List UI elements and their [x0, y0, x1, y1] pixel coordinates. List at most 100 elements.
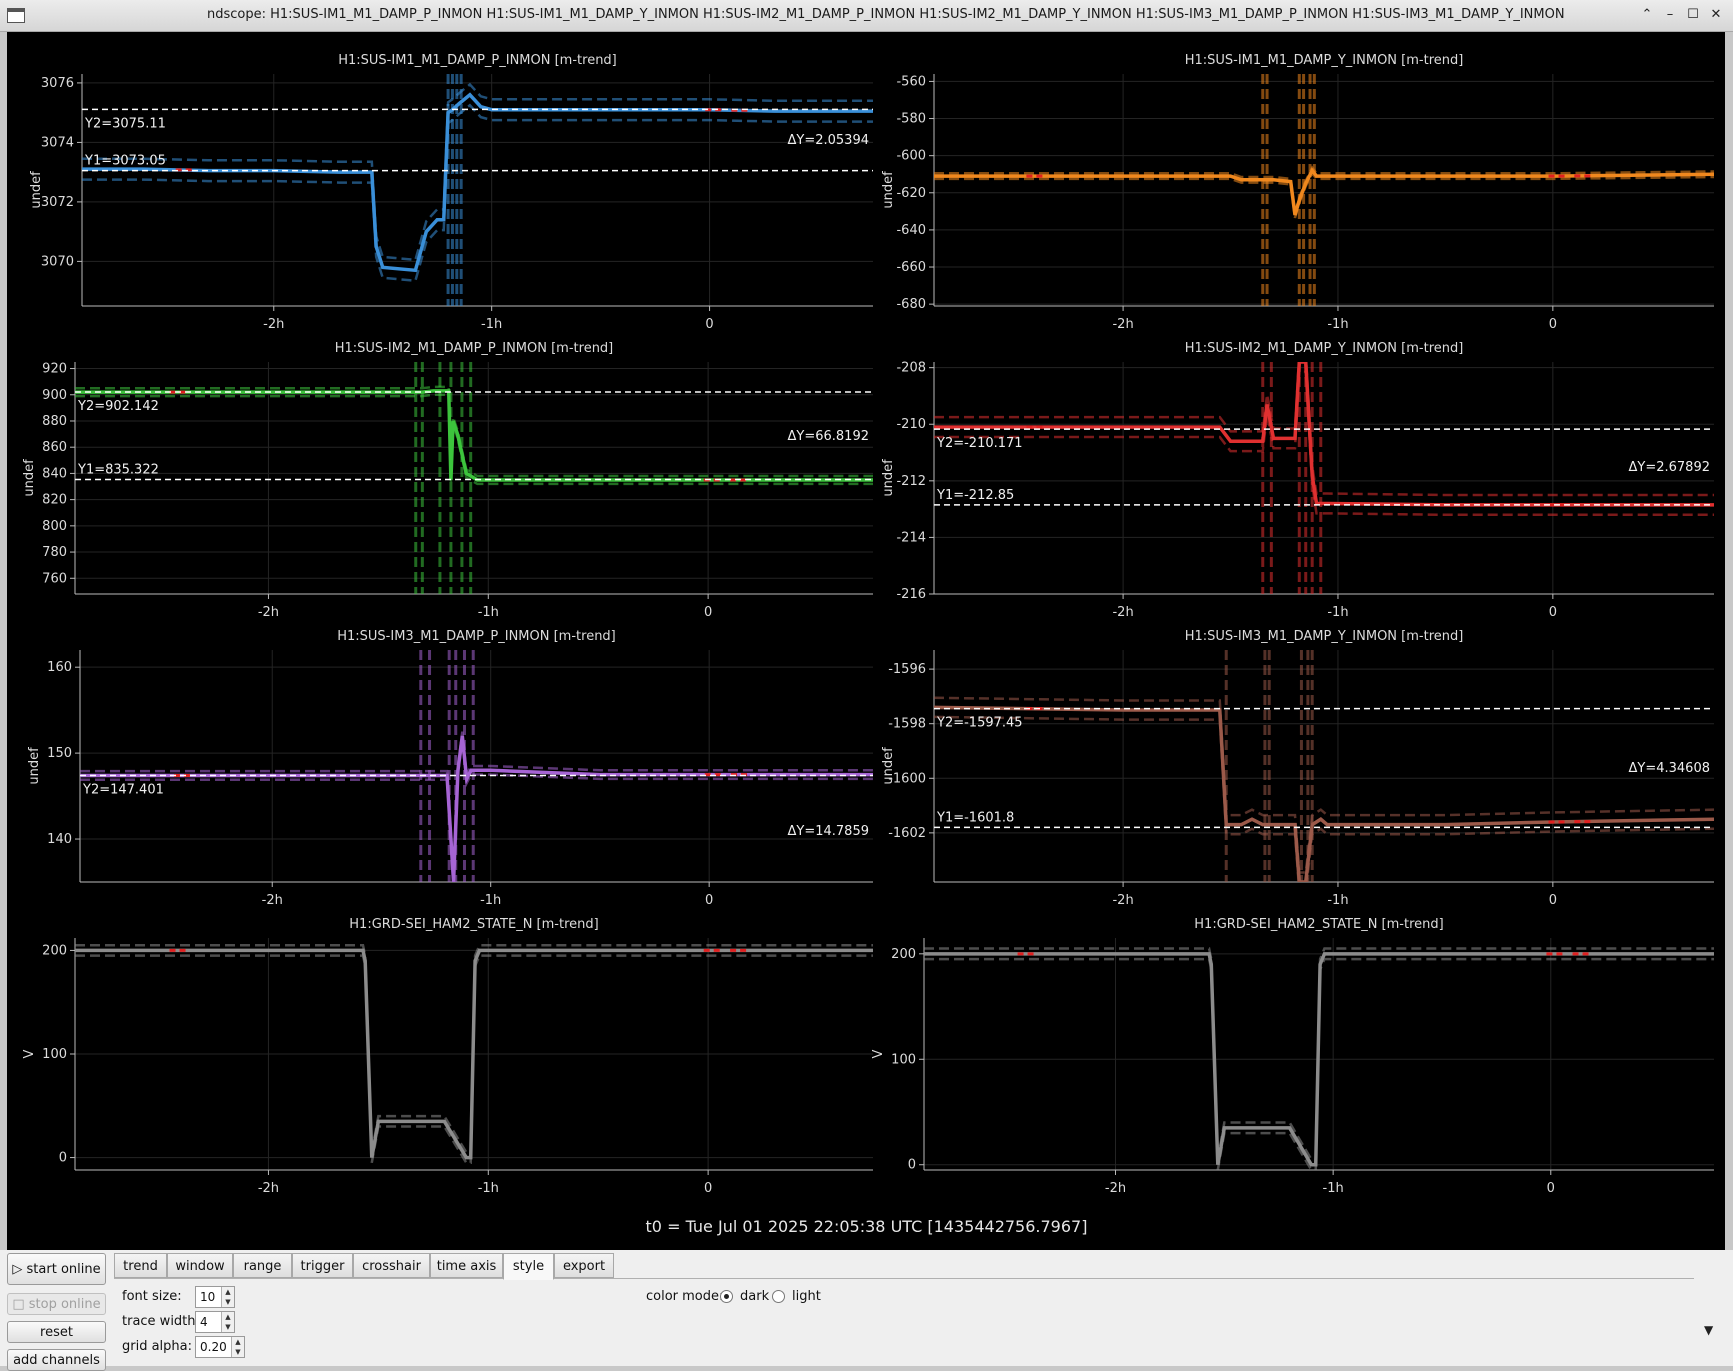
y-axis-label: undef	[27, 747, 42, 785]
y1-cursor-label: Y1=-212.85	[936, 488, 1014, 503]
y-tick-label: 860	[42, 440, 67, 455]
y-tick-label: -214	[896, 530, 926, 545]
stop-online-button: □ stop online	[7, 1293, 106, 1315]
x-tick-label: -1h	[1327, 893, 1348, 908]
minimize-button[interactable]: –	[1660, 5, 1680, 25]
plot-panel-4: H1:SUS-IM2_M1_DAMP_Y_INMON [m-trend] unde…	[881, 341, 1714, 620]
y-tick-label: -640	[896, 223, 926, 238]
shade-button[interactable]: ⌃	[1637, 5, 1657, 25]
plot-canvas[interactable]: H1:SUS-IM1_M1_DAMP_P_INMON [m-trend] unde…	[7, 32, 1725, 1250]
tab-style[interactable]: style	[503, 1253, 554, 1280]
spin-arrows-icon[interactable]: ▲ ▼	[221, 1287, 234, 1307]
y-tick-label: 3074	[41, 135, 74, 150]
plot-data	[934, 650, 1714, 882]
window-title: ndscope: H1:SUS-IM1_M1_DAMP_P_INMON H1:S…	[207, 7, 1565, 22]
tab-trigger[interactable]: trigger	[292, 1253, 353, 1278]
x-tick-label: -1h	[478, 605, 499, 620]
plot-data	[75, 362, 873, 594]
plot-title: H1:SUS-IM1_M1_DAMP_Y_INMON [m-trend]	[1185, 53, 1464, 68]
x-tick-label: -2h	[1112, 317, 1133, 332]
light-radio-label: light	[792, 1289, 821, 1304]
plot-title: H1:SUS-IM3_M1_DAMP_P_INMON [m-trend]	[337, 629, 616, 644]
plot-title: H1:GRD-SEI_HAM2_STATE_N [m-trend]	[1194, 917, 1443, 932]
y-tick-label: 760	[42, 571, 67, 586]
y-tick-label: 800	[42, 519, 67, 534]
x-tick-label: 0	[1547, 1181, 1555, 1196]
y-tick-label: -1596	[888, 662, 926, 677]
y-axis-label: undef	[22, 459, 37, 497]
dark-radio-label: dark	[740, 1289, 770, 1304]
delta-y-label: ΔY=2.67892	[1629, 460, 1711, 475]
plot-area[interactable]: H1:SUS-IM1_M1_DAMP_P_INMON [m-trend] unde…	[7, 32, 1725, 1250]
plot-data	[934, 362, 1714, 594]
plot-panel-1: H1:SUS-IM1_M1_DAMP_P_INMON [m-trend]unde…	[29, 53, 873, 332]
x-tick-label: 0	[705, 893, 713, 908]
plot-data	[934, 74, 1714, 306]
x-tick-label: -2h	[1112, 893, 1133, 908]
y-tick-label: -680	[896, 297, 926, 312]
app-window-icon[interactable]	[7, 8, 25, 23]
y-tick-label: -1598	[888, 717, 926, 732]
x-tick-label: -1h	[1327, 605, 1348, 620]
dark-radio[interactable]	[720, 1290, 733, 1303]
add-channels-button[interactable]: add channels	[7, 1349, 106, 1371]
y-tick-label: -208	[896, 361, 926, 376]
series-mean-line	[934, 362, 1714, 507]
y2-cursor-label: Y2=902.142	[77, 399, 159, 414]
y-tick-label: 3070	[41, 254, 74, 269]
font-size-value: 10	[200, 1290, 216, 1304]
t0-label: t0 = Tue Jul 01 2025 22:05:38 UTC [14354…	[645, 1217, 1088, 1236]
y-tick-label: 150	[47, 746, 72, 761]
y-axis-label: undef	[881, 171, 896, 209]
tab-range[interactable]: range	[233, 1253, 292, 1278]
grid-alpha-spinbox[interactable]: 0.20 ▲ ▼	[195, 1336, 245, 1358]
spin-arrows-icon[interactable]: ▲ ▼	[221, 1312, 234, 1332]
reset-button[interactable]: reset	[7, 1321, 106, 1343]
spin-arrows-icon[interactable]: ▲ ▼	[231, 1337, 244, 1357]
light-radio[interactable]	[772, 1290, 785, 1303]
plot-data	[80, 650, 873, 882]
play-icon: ▷	[12, 1261, 27, 1277]
tab-crosshair[interactable]: crosshair	[353, 1253, 430, 1278]
y-tick-label: 0	[908, 1158, 916, 1173]
collapse-arrow-icon[interactable]: ▼	[1704, 1323, 1713, 1337]
start-online-label: start online	[26, 1261, 101, 1277]
y-tick-label: -620	[896, 186, 926, 201]
start-online-button[interactable]: ▷ start online	[7, 1253, 106, 1285]
tab-time-axis[interactable]: time axis	[430, 1253, 503, 1278]
font-size-spinbox[interactable]: 10 ▲ ▼	[195, 1286, 235, 1308]
delta-y-label: ΔY=14.7859	[788, 824, 870, 839]
trace-width-spinbox[interactable]: 4 ▲ ▼	[195, 1311, 235, 1333]
y1-cursor-label: Y1=-1601.8	[936, 810, 1014, 825]
y-tick-label: 840	[42, 466, 67, 481]
close-button[interactable]: ✕	[1706, 5, 1726, 25]
x-tick-label: 0	[1549, 605, 1557, 620]
x-tick-label: 0	[1549, 317, 1557, 332]
y1-cursor-label: Y1=835.322	[77, 463, 159, 478]
series-mean-line	[75, 389, 873, 482]
plot-panel-2: H1:SUS-IM1_M1_DAMP_Y_INMON [m-trend] unde…	[881, 53, 1714, 332]
grid-alpha-value: 0.20	[200, 1340, 227, 1354]
plot-panel-6: H1:SUS-IM3_M1_DAMP_Y_INMON [m-trend]unde…	[881, 629, 1714, 908]
tab-underline	[114, 1278, 1694, 1279]
plot-panel-7: H1:GRD-SEI_HAM2_STATE_N [m-trend] V -2h -1h…	[22, 917, 873, 1196]
x-tick-label: 0	[1549, 893, 1557, 908]
delta-y-label: ΔY=2.05394	[788, 133, 870, 148]
plot-title: H1:GRD-SEI_HAM2_STATE_N [m-trend]	[349, 917, 598, 932]
x-tick-label: -2h	[262, 893, 283, 908]
y-tick-label: 3076	[41, 76, 74, 91]
stop-icon: □	[12, 1296, 29, 1312]
x-tick-label: -1h	[478, 1181, 499, 1196]
y-tick-label: 820	[42, 493, 67, 508]
y-tick-label: -212	[896, 474, 926, 489]
tab-export[interactable]: export	[554, 1253, 614, 1278]
tab-trend[interactable]: trend	[114, 1253, 167, 1278]
y-tick-label: -1602	[888, 826, 926, 841]
maximize-button[interactable]: ☐	[1683, 5, 1703, 25]
tab-window[interactable]: window	[167, 1253, 233, 1278]
y2-cursor-label: Y2=147.401	[82, 782, 164, 797]
series-min-line	[934, 715, 1714, 882]
y-axis-label: undef	[881, 459, 896, 497]
y-tick-label: -1600	[888, 771, 926, 786]
x-tick-label: 0	[704, 1181, 712, 1196]
